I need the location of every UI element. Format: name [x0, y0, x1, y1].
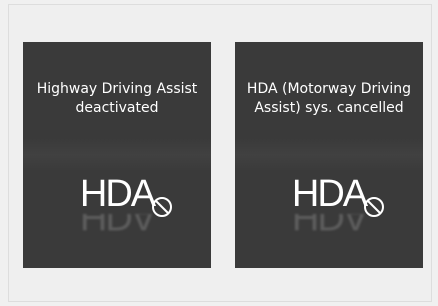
logo-reflection: HDA [235, 214, 423, 238]
hda-logo-text: HDA [291, 173, 368, 215]
hda-cancelled-panel: HDA (Motorway Driving Assist) sys. cance… [235, 42, 423, 268]
hda-logo-text: HDA [79, 173, 156, 215]
status-message: Highway Driving Assist deactivated [36, 81, 198, 116]
hda-logo: HDA [23, 172, 211, 216]
hda-deactivated-panel: Highway Driving Assist deactivated HDA H… [23, 42, 211, 268]
logo-reflection: HDA [23, 214, 211, 238]
status-message: HDA (Motorway Driving Assist) sys. cance… [246, 81, 412, 116]
reflection-text: HDA [291, 214, 367, 237]
reflection-text: HDA [79, 214, 155, 237]
hda-logo: HDA [235, 172, 423, 216]
